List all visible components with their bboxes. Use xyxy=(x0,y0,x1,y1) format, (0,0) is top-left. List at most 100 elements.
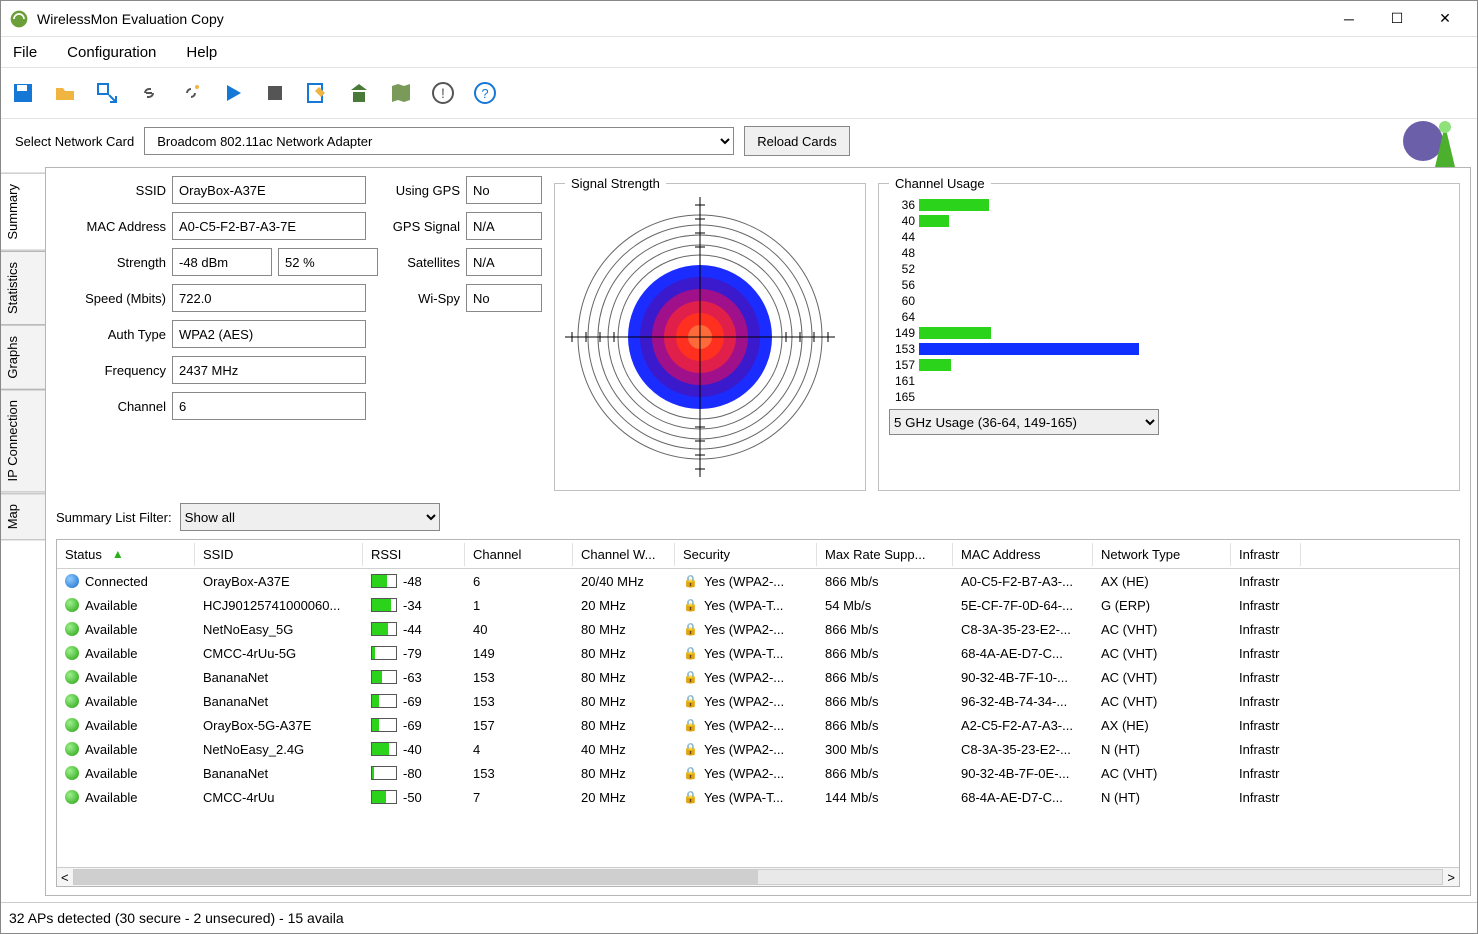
rssi-bar-icon xyxy=(371,574,397,588)
cell-mac: 5E-CF-7F-0D-64-... xyxy=(953,596,1093,615)
cell-ssid: BananaNet xyxy=(195,668,363,687)
network-card-select[interactable]: Broadcom 802.11ac Network Adapter xyxy=(144,127,734,155)
usage-row: 52 xyxy=(889,261,1449,277)
cell-rate: 866 Mb/s xyxy=(817,644,953,663)
stop-icon[interactable] xyxy=(261,79,289,107)
cell-ssid: CMCC-4rUu-5G xyxy=(195,644,363,663)
cell-rssi: -50 xyxy=(403,790,422,805)
maximize-button[interactable]: ☐ xyxy=(1373,3,1421,35)
freq-field: 2437 MHz xyxy=(172,356,366,384)
cell-mac: 96-32-4B-74-34-... xyxy=(953,692,1093,711)
usage-bar xyxy=(919,343,1139,355)
table-row[interactable]: AvailableNetNoEasy_5G-444080 MHz🔒Yes (WP… xyxy=(57,617,1459,641)
cell-channel: 153 xyxy=(465,668,573,687)
table-row[interactable]: ConnectedOrayBox-A37E-48620/40 MHz🔒Yes (… xyxy=(57,569,1459,593)
cell-security: Yes (WPA2-... xyxy=(704,670,784,685)
cell-network-type: N (HT) xyxy=(1093,788,1231,807)
usage-ch-label: 36 xyxy=(889,198,915,212)
table-row[interactable]: AvailableBananaNet-6315380 MHz🔒Yes (WPA2… xyxy=(57,665,1459,689)
gauge-legend: Signal Strength xyxy=(565,176,666,191)
info-icon[interactable]: ! xyxy=(429,79,457,107)
status-dot-icon xyxy=(65,694,79,708)
cell-security: Yes (WPA-T... xyxy=(704,790,783,805)
cell-security: Yes (WPA2-... xyxy=(704,694,784,709)
tab-statistics[interactable]: Statistics xyxy=(1,251,46,325)
globe-help-icon[interactable]: ? xyxy=(471,79,499,107)
usage-row: 60 xyxy=(889,293,1449,309)
cell-network-type: N (HT) xyxy=(1093,740,1231,759)
tab-summary[interactable]: Summary xyxy=(1,173,46,251)
status-text: 32 APs detected (30 secure - 2 unsecured… xyxy=(9,910,344,926)
cell-channel-width: 80 MHz xyxy=(573,692,675,711)
filter-label: Summary List Filter: xyxy=(56,510,172,525)
rssi-bar-icon xyxy=(371,742,397,756)
scroll-left-icon[interactable]: < xyxy=(61,870,69,885)
rssi-bar-icon xyxy=(371,694,397,708)
cell-infra: Infrastr xyxy=(1231,716,1301,735)
table-row[interactable]: AvailableHCJ90125741000060...-34120 MHz🔒… xyxy=(57,593,1459,617)
toolbar: ! ? xyxy=(1,68,1477,119)
cell-rssi: -40 xyxy=(403,742,422,757)
lock-icon: 🔒 xyxy=(683,790,698,804)
cell-mac: C8-3A-35-23-E2-... xyxy=(953,740,1093,759)
lock-icon: 🔒 xyxy=(683,718,698,732)
unlink-icon[interactable] xyxy=(177,79,205,107)
cell-rssi: -80 xyxy=(403,766,422,781)
ssid-field: OrayBox-A37E xyxy=(172,176,366,204)
usage-row: 36 xyxy=(889,197,1449,213)
col-channel-width: Channel W... xyxy=(573,543,675,566)
table-row[interactable]: AvailableNetNoEasy_2.4G-40440 MHz🔒Yes (W… xyxy=(57,737,1459,761)
cell-channel: 4 xyxy=(465,740,573,759)
usage-bar xyxy=(919,359,951,371)
status-dot-icon xyxy=(65,742,79,756)
menu-file[interactable]: File xyxy=(13,44,37,61)
menu-configuration[interactable]: Configuration xyxy=(67,44,156,61)
cell-mac: A2-C5-F2-A7-A3-... xyxy=(953,716,1093,735)
edit-icon[interactable] xyxy=(303,79,331,107)
tab-ip-connection[interactable]: IP Connection xyxy=(1,389,46,492)
filter-select[interactable]: Show all xyxy=(180,503,440,531)
tab-map[interactable]: Map xyxy=(1,493,46,540)
menu-help[interactable]: Help xyxy=(186,44,217,61)
minimize-button[interactable]: ─ xyxy=(1325,3,1373,35)
ap-table: Status▲ SSID RSSI Channel Channel W... S… xyxy=(56,539,1460,887)
cell-infra: Infrastr xyxy=(1231,692,1301,711)
cell-infra: Infrastr xyxy=(1231,788,1301,807)
close-button[interactable]: ✕ xyxy=(1421,3,1469,35)
rssi-bar-icon xyxy=(371,790,397,804)
play-icon[interactable] xyxy=(219,79,247,107)
scan-icon[interactable] xyxy=(345,79,373,107)
cell-rssi: -34 xyxy=(403,598,422,613)
status-dot-icon xyxy=(65,646,79,660)
resize-icon[interactable] xyxy=(93,79,121,107)
open-icon[interactable] xyxy=(51,79,79,107)
tab-graphs[interactable]: Graphs xyxy=(1,325,46,390)
reload-cards-button[interactable]: Reload Cards xyxy=(744,126,850,156)
cell-channel-width: 40 MHz xyxy=(573,740,675,759)
table-row[interactable]: AvailableCMCC-4rUu-5G-7914980 MHz🔒Yes (W… xyxy=(57,641,1459,665)
cell-security: Yes (WPA-T... xyxy=(704,598,783,613)
table-row[interactable]: AvailableBananaNet-8015380 MHz🔒Yes (WPA2… xyxy=(57,761,1459,785)
horizontal-scrollbar[interactable]: < > xyxy=(57,867,1459,886)
usage-ch-label: 149 xyxy=(889,326,915,340)
table-header[interactable]: Status▲ SSID RSSI Channel Channel W... S… xyxy=(57,540,1459,569)
save-icon[interactable] xyxy=(9,79,37,107)
usage-bar xyxy=(919,327,991,339)
table-row[interactable]: AvailableCMCC-4rUu-50720 MHz🔒Yes (WPA-T.… xyxy=(57,785,1459,809)
usage-ch-label: 157 xyxy=(889,358,915,372)
map-icon[interactable] xyxy=(387,79,415,107)
usage-band-select[interactable]: 5 GHz Usage (36-64, 149-165) xyxy=(889,409,1159,435)
cell-channel: 149 xyxy=(465,644,573,663)
table-body[interactable]: ConnectedOrayBox-A37E-48620/40 MHz🔒Yes (… xyxy=(57,569,1459,867)
lock-icon: 🔒 xyxy=(683,574,698,588)
scroll-right-icon[interactable]: > xyxy=(1447,870,1455,885)
status-dot-icon xyxy=(65,622,79,636)
lock-icon: 🔒 xyxy=(683,766,698,780)
cell-network-type: AC (VHT) xyxy=(1093,668,1231,687)
cell-channel: 1 xyxy=(465,596,573,615)
auth-field: WPA2 (AES) xyxy=(172,320,366,348)
link-icon[interactable] xyxy=(135,79,163,107)
table-row[interactable]: AvailableOrayBox-5G-A37E-6915780 MHz🔒Yes… xyxy=(57,713,1459,737)
table-row[interactable]: AvailableBananaNet-6915380 MHz🔒Yes (WPA2… xyxy=(57,689,1459,713)
status-dot-icon xyxy=(65,790,79,804)
